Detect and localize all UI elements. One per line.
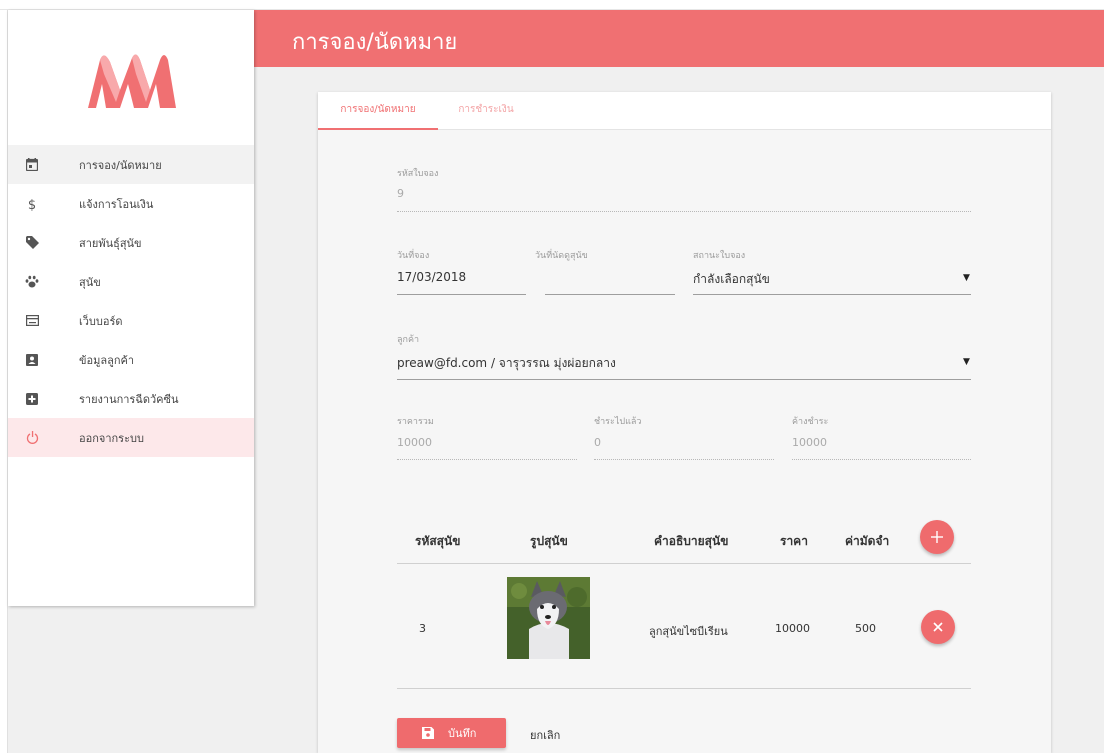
tag-icon [25, 236, 39, 250]
webboard-icon [25, 314, 39, 328]
sidebar-item-label: สุนัข [79, 275, 101, 289]
save-button[interactable]: บันทึก [397, 718, 506, 748]
outstanding-field: 10000 [792, 436, 827, 449]
sidebar-item-label: สายพันธุ์สุนัข [79, 236, 142, 250]
dog-id-cell: 3 [419, 622, 426, 635]
user-box-icon [25, 353, 39, 367]
booking-date-field[interactable]: 17/03/2018 [397, 270, 466, 284]
appointment-date-label: วันที่นัดดูสุนัข [535, 251, 588, 261]
sidebar: การจอง/นัดหมาย $ แจ้งการโอนเงิน สายพันธุ… [8, 10, 254, 606]
status-label: สถานะใบจอง [693, 251, 746, 261]
description-cell: ลูกสุนัขไซบีเรียน [649, 625, 728, 638]
booking-card: การจอง/นัดหมาย การชำระเงิน รหัสใบจอง 9 ว… [318, 92, 1051, 753]
table-header-divider [397, 563, 971, 564]
customer-label: ลูกค้า [397, 335, 420, 345]
app-logo [86, 50, 178, 110]
booking-date-label: วันที่จอง [397, 251, 430, 261]
paid-underline [594, 459, 774, 460]
sidebar-item-booking[interactable]: การจอง/นัดหมาย [8, 145, 254, 184]
dollar-icon: $ [25, 197, 39, 211]
booking-id-label: รหัสใบจอง [397, 169, 439, 179]
total-label: ราคารวม [397, 417, 434, 427]
tab-booking[interactable]: การจอง/นัดหมาย [318, 92, 438, 130]
remove-dog-button[interactable] [921, 610, 955, 644]
sidebar-nav: การจอง/นัดหมาย $ แจ้งการโอนเงิน สายพันธุ… [8, 145, 254, 457]
sidebar-item-vaccine-report[interactable]: รายงานการฉีดวัคซีน [8, 379, 254, 418]
dog-photo [507, 577, 590, 659]
sidebar-item-webboard[interactable]: เว็บบอร์ด [8, 301, 254, 340]
sidebar-item-label: รายงานการฉีดวัคซีน [79, 392, 179, 406]
customer-dropdown-icon[interactable]: ▼ [963, 357, 970, 367]
sidebar-item-label: การจอง/นัดหมาย [79, 158, 162, 172]
status-dropdown-icon[interactable]: ▼ [963, 273, 970, 283]
column-header-dog-image: รูปสุนัข [530, 534, 568, 548]
status-underline [693, 294, 971, 295]
column-header-price: ราคา [780, 534, 808, 548]
appointment-date-underline [545, 294, 675, 295]
sidebar-item-label: แจ้งการโอนเงิน [79, 197, 154, 211]
total-field: 10000 [397, 436, 432, 449]
deposit-cell: 500 [855, 622, 876, 635]
booking-id-field: 9 [397, 187, 404, 200]
plus-icon [931, 531, 943, 543]
booking-date-underline [397, 294, 526, 295]
sidebar-item-breeds[interactable]: สายพันธุ์สุนัข [8, 223, 254, 262]
sidebar-item-label: ออกจากระบบ [79, 431, 144, 445]
sidebar-item-transfer[interactable]: $ แจ้งการโอนเงิน [8, 184, 254, 223]
sidebar-item-dogs[interactable]: สุนัข [8, 262, 254, 301]
outstanding-underline [792, 459, 971, 460]
sidebar-item-logout[interactable]: ออกจากระบบ [8, 418, 254, 457]
calendar-icon [25, 158, 39, 172]
close-icon [933, 622, 943, 632]
outstanding-label: ค้างชำระ [792, 417, 829, 427]
customer-select[interactable]: preaw@fd.com / จารุวรรณ มุ่งผ่อยกลาง [397, 354, 616, 373]
paid-label: ชำระไปแล้ว [594, 417, 642, 427]
floppy-disk-icon [422, 727, 434, 739]
column-header-deposit: ค่ามัดจำ [845, 534, 890, 548]
customer-underline [397, 379, 971, 380]
table-footer-divider [397, 688, 971, 689]
tab-payment[interactable]: การชำระเงิน [446, 92, 526, 130]
plus-box-icon [25, 392, 39, 406]
save-button-label: บันทึก [448, 727, 477, 740]
booking-id-underline [397, 211, 971, 212]
sidebar-item-label: เว็บบอร์ด [79, 314, 123, 328]
status-select[interactable]: กำลังเลือกสุนัข [693, 270, 770, 289]
sidebar-item-label: ข้อมูลลูกค้า [79, 353, 135, 367]
app-header: การจอง/นัดหมาย [254, 10, 1104, 67]
window-left-edge [0, 10, 8, 753]
page-title: การจอง/นัดหมาย [292, 30, 458, 55]
add-dog-button[interactable] [920, 520, 954, 554]
svg-text:$: $ [28, 198, 36, 211]
column-header-description: คำอธิบายสุนัข [654, 534, 729, 548]
tab-bar: การจอง/นัดหมาย การชำระเงิน [318, 92, 1051, 130]
paid-field: 0 [594, 436, 601, 449]
column-header-dog-id: รหัสสุนัข [415, 534, 461, 548]
cancel-button[interactable]: ยกเลิก [530, 726, 560, 744]
power-icon [25, 431, 39, 445]
window-top-edge [0, 0, 1104, 10]
total-underline [397, 459, 577, 460]
paw-icon [25, 275, 39, 289]
price-cell: 10000 [775, 622, 810, 635]
sidebar-item-customers[interactable]: ข้อมูลลูกค้า [8, 340, 254, 379]
